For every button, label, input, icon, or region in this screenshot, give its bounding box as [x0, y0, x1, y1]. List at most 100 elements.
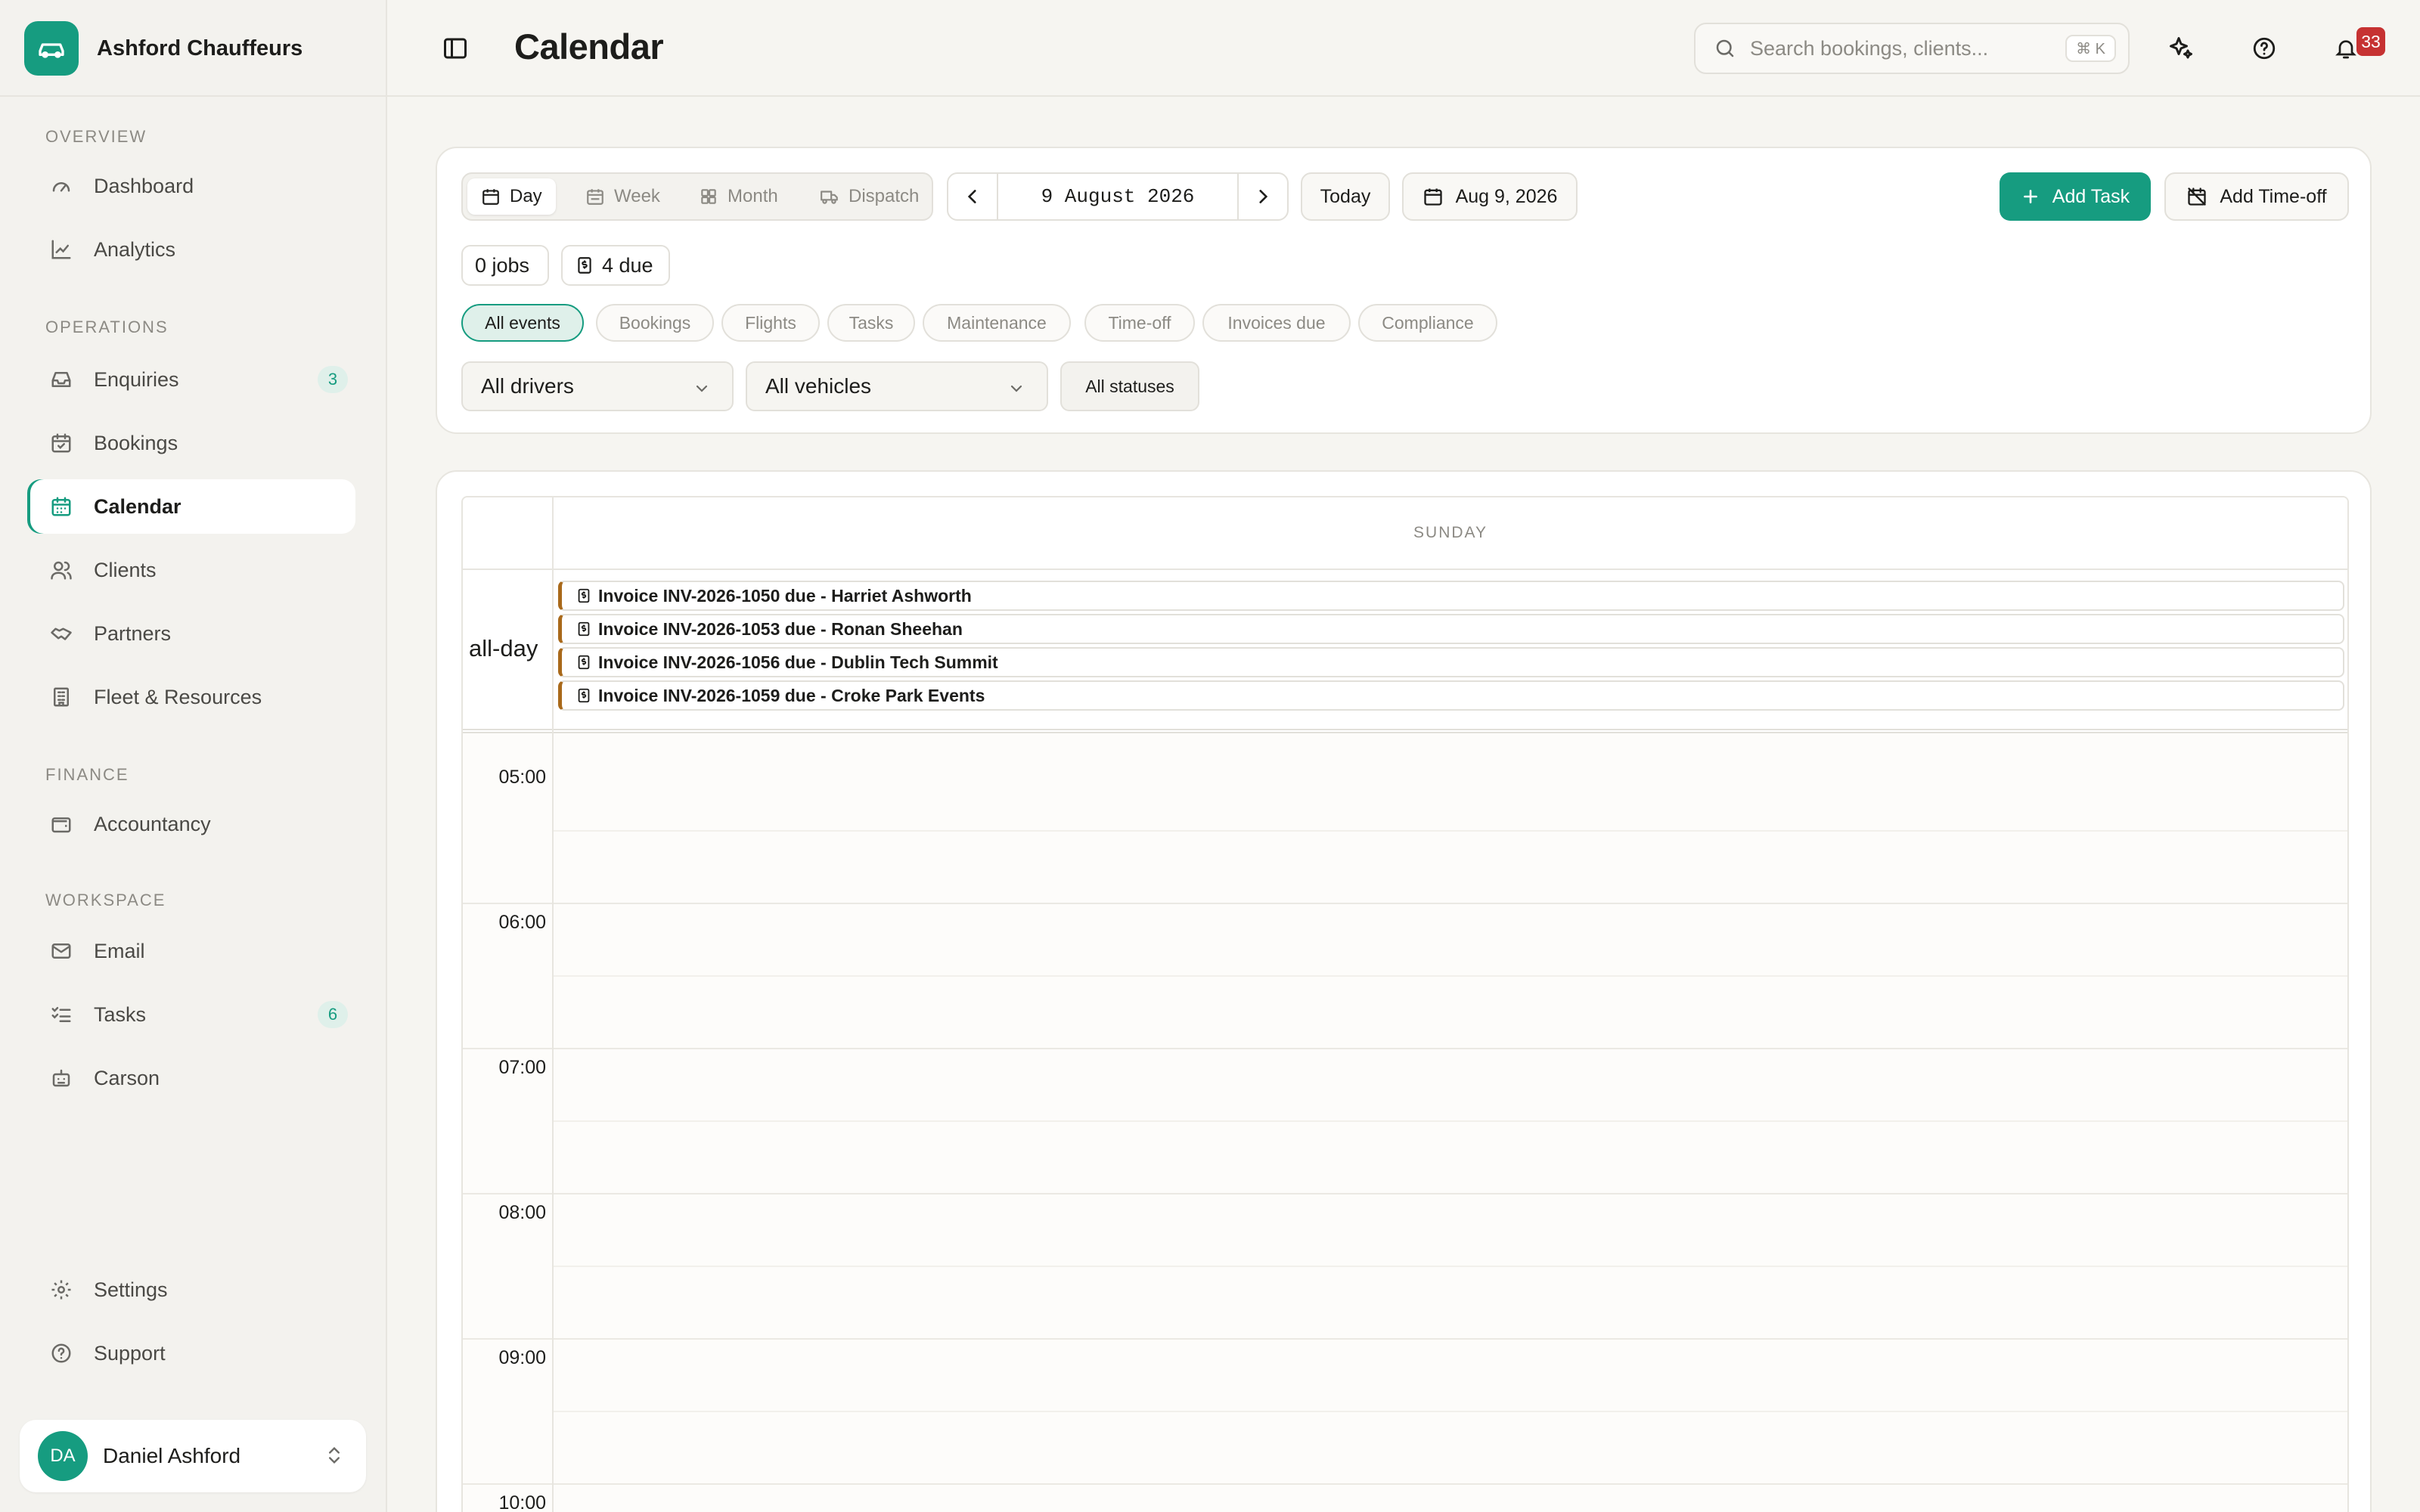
filter-invoices-due[interactable]: Invoices due — [1202, 304, 1351, 342]
search-bar[interactable]: ⌘ K — [1694, 23, 2130, 74]
sidebar-item-settings[interactable]: Settings — [30, 1263, 355, 1317]
due-count-chip: 4 due — [561, 245, 670, 286]
sidebar-item-enquiries[interactable]: Enquiries 3 — [30, 352, 355, 407]
calendar-icon — [482, 189, 499, 205]
filter-time-off[interactable]: Time-off — [1084, 304, 1195, 342]
previous-day-button[interactable] — [948, 174, 998, 219]
chevron-up-down-icon — [324, 1444, 345, 1467]
user-menu[interactable]: DA Daniel Ashford — [20, 1420, 366, 1492]
sidebar-item-tasks[interactable]: Tasks 6 — [30, 987, 355, 1042]
date-picker-label: Aug 9, 2026 — [1455, 185, 1558, 207]
all-day-event[interactable]: Invoice INV-2026-1050 due - Harriet Ashw… — [558, 581, 2344, 611]
filter-flights[interactable]: Flights — [721, 304, 820, 342]
filter-tasks[interactable]: Tasks — [827, 304, 915, 342]
add-task-button[interactable]: Add Task — [2000, 172, 2151, 221]
event-title: Invoice INV-2026-1059 due - Croke Park E… — [598, 685, 985, 705]
view-week-label: Week — [614, 186, 660, 206]
chevron-down-icon — [696, 385, 708, 392]
calendar-toolbar: Day Week Month Dispatch 9 August 2026 To… — [436, 147, 2372, 434]
enquiries-count-badge: 3 — [318, 366, 348, 393]
building-icon — [48, 684, 74, 710]
all-day-row: all-day Invoice INV-2026-1050 due - Harr… — [463, 570, 2347, 733]
hour-line — [463, 1483, 2347, 1485]
grid-icon — [701, 189, 716, 204]
avatar: DA — [38, 1431, 88, 1481]
bot-icon — [48, 1065, 74, 1091]
filter-maintenance[interactable]: Maintenance — [923, 304, 1071, 342]
half-hour-line — [554, 975, 2347, 977]
calendar-check-icon — [48, 430, 74, 456]
view-day-label: Day — [510, 186, 542, 206]
page-title: Calendar — [514, 26, 664, 67]
sidebar: Ashford Chauffeurs OVERVIEW Dashboard An… — [0, 0, 387, 1512]
next-day-button[interactable] — [1237, 174, 1287, 219]
add-timeoff-button[interactable]: Add Time-off — [2164, 172, 2349, 221]
section-operations: OPERATIONS — [45, 318, 169, 336]
tasks-count-badge: 6 — [318, 1001, 348, 1028]
hour-label: 06:00 — [498, 912, 546, 933]
status-filter-button[interactable]: All statuses — [1060, 361, 1199, 411]
view-week-button[interactable]: Week — [572, 178, 674, 215]
sidebar-item-label: Bookings — [94, 431, 178, 454]
today-button[interactable]: Today — [1301, 172, 1390, 221]
sidebar-item-dashboard[interactable]: Dashboard — [30, 159, 355, 213]
sidebar-item-email[interactable]: Email — [30, 924, 355, 978]
vehicle-select-value: All vehicles — [765, 374, 872, 398]
filter-all-events[interactable]: All events — [461, 304, 584, 342]
hour-line — [463, 1048, 2347, 1049]
section-finance: FINANCE — [45, 765, 129, 784]
sidebar-item-calendar[interactable]: Calendar — [30, 479, 355, 534]
vehicle-select[interactable]: All vehicles — [746, 361, 1048, 411]
sidebar-item-fleet[interactable]: Fleet & Resources — [30, 670, 355, 724]
view-month-button[interactable]: Month — [685, 178, 792, 215]
filter-compliance[interactable]: Compliance — [1358, 304, 1497, 342]
hour-label: 05:00 — [498, 767, 546, 788]
view-day-button[interactable]: Day — [467, 178, 556, 215]
sidebar-item-partners[interactable]: Partners — [30, 606, 355, 661]
plus-icon — [2023, 190, 2037, 203]
view-dispatch-button[interactable]: Dispatch — [806, 178, 932, 215]
sparkles-icon[interactable] — [2166, 33, 2196, 64]
list-checks-icon — [48, 1002, 74, 1027]
due-count-label: 4 due — [602, 253, 653, 277]
all-day-event[interactable]: Invoice INV-2026-1053 due - Ronan Sheeha… — [558, 614, 2344, 644]
inbox-icon — [48, 367, 74, 392]
search-input[interactable] — [1750, 36, 2022, 60]
sidebar-item-clients[interactable]: Clients — [30, 543, 355, 597]
wallet-icon — [48, 811, 74, 837]
hour-line — [463, 1193, 2347, 1194]
sidebar-item-accountancy[interactable]: Accountancy — [30, 797, 355, 851]
sidebar-item-bookings[interactable]: Bookings — [30, 416, 355, 470]
sidebar-item-analytics[interactable]: Analytics — [30, 222, 355, 277]
notification-count-badge: 33 — [2356, 27, 2385, 56]
truck-icon — [821, 191, 838, 204]
hour-line — [463, 1338, 2347, 1340]
jobs-count-chip: 0 jobs — [461, 245, 549, 286]
hour-label: 08:00 — [498, 1202, 546, 1223]
brand[interactable]: Ashford Chauffeurs — [24, 21, 302, 76]
driver-select[interactable]: All drivers — [461, 361, 734, 411]
sidebar-item-label: Clients — [94, 558, 157, 581]
calendar-view: SUNDAY all-day Invoice INV-2026-1050 due… — [436, 470, 2372, 1512]
all-day-event[interactable]: Invoice INV-2026-1056 due - Dublin Tech … — [558, 647, 2344, 677]
calendar-week-icon — [587, 189, 603, 205]
invoice-icon — [578, 257, 591, 274]
chevron-left-icon — [967, 190, 976, 203]
sidebar-toggle-icon[interactable] — [442, 35, 469, 62]
sidebar-item-support[interactable]: Support — [30, 1326, 355, 1380]
add-task-label: Add Task — [2052, 185, 2130, 207]
search-shortcut: ⌘ K — [2065, 35, 2116, 62]
handshake-icon — [48, 621, 74, 646]
half-hour-line — [554, 1266, 2347, 1267]
date-picker-button[interactable]: Aug 9, 2026 — [1402, 172, 1578, 221]
sidebar-item-carson[interactable]: Carson — [30, 1051, 355, 1105]
invoice-icon — [578, 588, 590, 603]
filter-bookings[interactable]: Bookings — [596, 304, 714, 342]
half-hour-line — [554, 1411, 2347, 1412]
sidebar-item-label: Email — [94, 939, 145, 962]
hour-label: 10:00 — [498, 1492, 546, 1512]
divider — [0, 95, 386, 97]
all-day-event[interactable]: Invoice INV-2026-1059 due - Croke Park E… — [558, 680, 2344, 711]
help-icon[interactable] — [2249, 33, 2279, 64]
invoice-icon — [578, 655, 590, 670]
